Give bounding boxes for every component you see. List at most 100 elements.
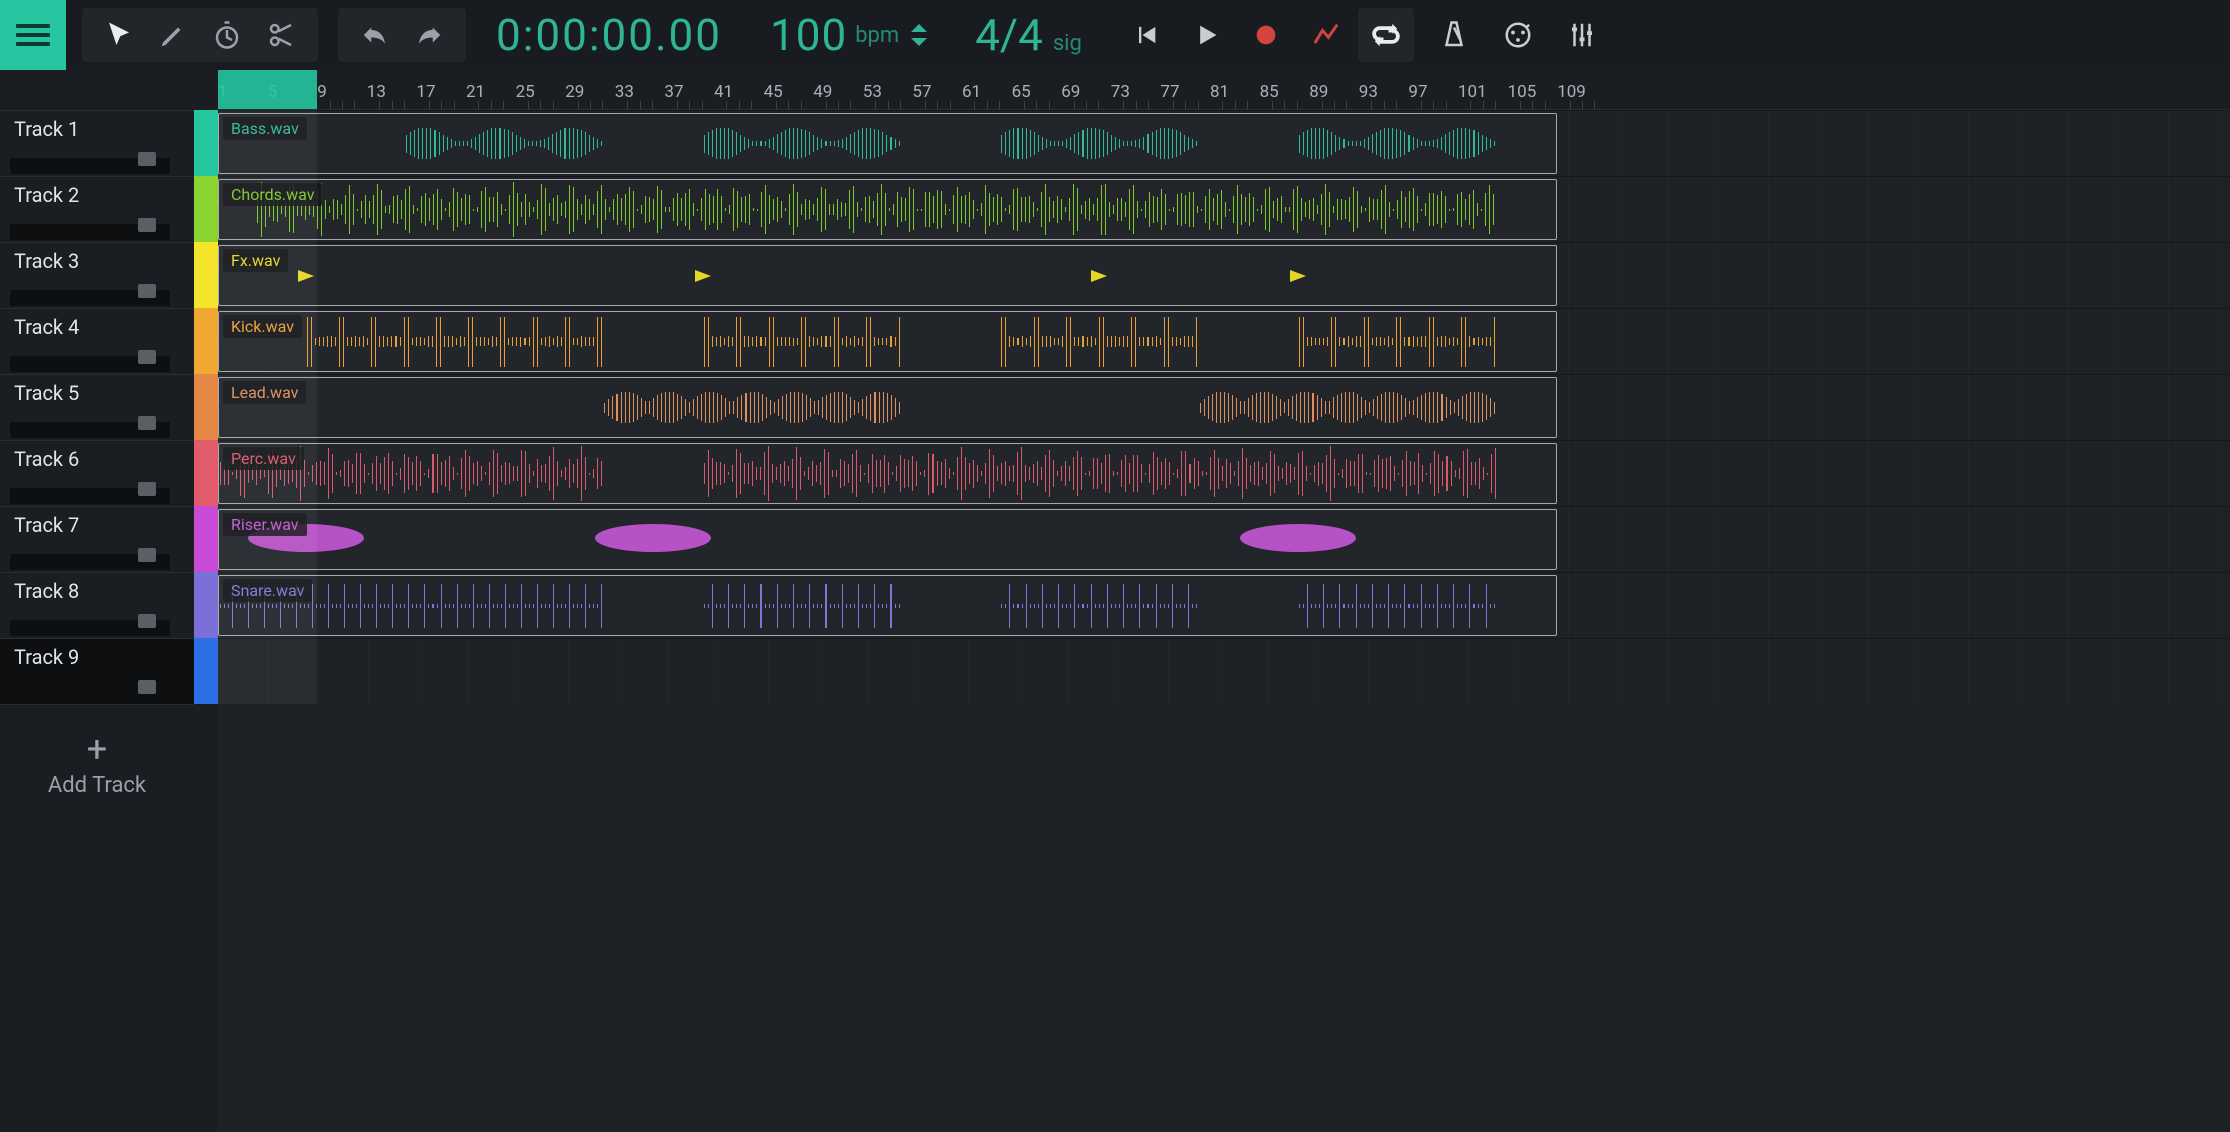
track-color-swatch[interactable] [194,572,218,638]
ruler-tick: 9 [317,82,327,102]
track-volume-slider[interactable] [10,554,170,570]
track-row[interactable]: Track 4 [0,308,194,374]
track-volume-slider[interactable] [10,224,170,240]
scissors-tool[interactable] [254,8,308,62]
stopwatch-tool[interactable] [200,8,254,62]
mixer-button[interactable] [1554,8,1610,62]
track-name: Track 4 [14,315,180,339]
track-volume-slider[interactable] [10,422,170,438]
track-volume-slider[interactable] [10,158,170,174]
track-volume-slider[interactable] [10,290,170,306]
track-color-swatch[interactable] [194,374,218,440]
track-color-swatch[interactable] [194,110,218,176]
loop-region[interactable] [218,70,317,109]
track-color-swatch[interactable] [194,242,218,308]
automation-button[interactable] [1298,8,1354,62]
clip-label: Fx.wav [223,249,288,272]
clip-row[interactable]: Bass.wav [218,110,2230,176]
ruler-tick: 65 [1012,82,1031,102]
ruler-tick: 93 [1359,82,1378,102]
audio-clip[interactable]: Snare.wav [218,575,1557,636]
track-row[interactable]: Track 8 [0,572,194,638]
track-color-swatch[interactable] [194,176,218,242]
tempo-spinner[interactable] [911,24,927,46]
tool-group-undo [338,8,466,62]
undo-button[interactable] [348,8,402,62]
menu-button[interactable] [0,0,66,70]
track-row[interactable]: Track 7 [0,506,194,572]
track-color-swatch[interactable] [194,308,218,374]
pencil-tool[interactable] [146,8,200,62]
clip-row[interactable]: Chords.wav [218,176,2230,242]
loop-button[interactable] [1358,8,1414,62]
track-name: Track 8 [14,579,180,603]
ruler-tick: 97 [1408,82,1427,102]
track-row[interactable]: Track 3 [0,242,194,308]
tempo-display[interactable]: 100 bpm [770,9,927,61]
rewind-button[interactable] [1118,8,1174,62]
ruler-tick: 29 [565,82,584,102]
workspace: Track 1 Track 2 Track 3 Track 4 Track 5 … [0,70,2230,1132]
track-color-swatch[interactable] [194,506,218,572]
redo-button[interactable] [402,8,456,62]
ruler-tick: 33 [615,82,634,102]
clip-row[interactable]: Perc.wav [218,440,2230,506]
add-track-button[interactable]: + Add Track [0,704,194,1132]
ruler-tick: 73 [1111,82,1130,102]
ruler-tick: 53 [863,82,882,102]
signature-display[interactable]: 4/4 sig [975,9,1082,61]
tool-group-edit [82,8,318,62]
track-volume-slider[interactable] [10,686,170,702]
clip-row[interactable] [218,638,2230,704]
plus-icon: + [87,731,107,767]
ruler-tick: 61 [962,82,981,102]
track-volume-slider[interactable] [10,620,170,636]
ruler-tick: 25 [516,82,535,102]
tempo-value: 100 [770,9,847,61]
audio-clip[interactable]: Kick.wav [218,311,1557,372]
track-name: Track 6 [14,447,180,471]
track-volume-slider[interactable] [10,356,170,372]
track-row[interactable]: Track 2 [0,176,194,242]
ruler-tick: 17 [416,82,435,102]
track-name: Track 1 [14,117,180,141]
midi-button[interactable] [1490,8,1546,62]
clip-row[interactable]: Snare.wav [218,572,2230,638]
audio-clip[interactable]: Riser.wav [218,509,1557,570]
track-color-swatch[interactable] [194,440,218,506]
metronome-button[interactable] [1426,8,1482,62]
time-display[interactable]: 0:00:00.00 [496,9,722,61]
clip-row[interactable]: Kick.wav [218,308,2230,374]
timeline-ruler[interactable]: 1591317212529333741454953576165697377818… [218,70,2230,110]
audio-clip[interactable]: Chords.wav [218,179,1557,240]
record-button[interactable] [1238,8,1294,62]
audio-clip[interactable]: Perc.wav [218,443,1557,504]
clip-label: Lead.wav [223,381,306,404]
track-row[interactable]: Track 9 [0,638,194,704]
clip-row[interactable]: Lead.wav [218,374,2230,440]
clip-label: Snare.wav [223,579,312,602]
audio-clip[interactable]: Bass.wav [218,113,1557,174]
ruler-tick: 85 [1260,82,1279,102]
track-row[interactable]: Track 1 [0,110,194,176]
clips-area[interactable]: Bass.wavChords.wav Fx.wav Kick.wav Lead.wav… [218,110,2230,704]
ruler-tick: 13 [367,82,386,102]
track-row[interactable]: Track 5 [0,374,194,440]
audio-clip[interactable]: Lead.wav [218,377,1557,438]
ruler-tick: 89 [1309,82,1328,102]
timeline-area[interactable]: 1591317212529333741454953576165697377818… [218,70,2230,1132]
ruler-tick: 45 [764,82,783,102]
clip-row[interactable]: Riser.wav [218,506,2230,572]
track-volume-slider[interactable] [10,488,170,504]
track-row[interactable]: Track 6 [0,440,194,506]
play-button[interactable] [1178,8,1234,62]
clip-label: Riser.wav [223,513,307,536]
color-strip [194,70,218,1132]
audio-clip[interactable]: Fx.wav [218,245,1557,306]
track-color-swatch[interactable] [194,638,218,704]
clip-row[interactable]: Fx.wav [218,242,2230,308]
clip-label: Kick.wav [223,315,302,338]
pointer-tool[interactable] [92,8,146,62]
transport-group [1118,8,1414,62]
signature-value: 4/4 [975,9,1043,61]
